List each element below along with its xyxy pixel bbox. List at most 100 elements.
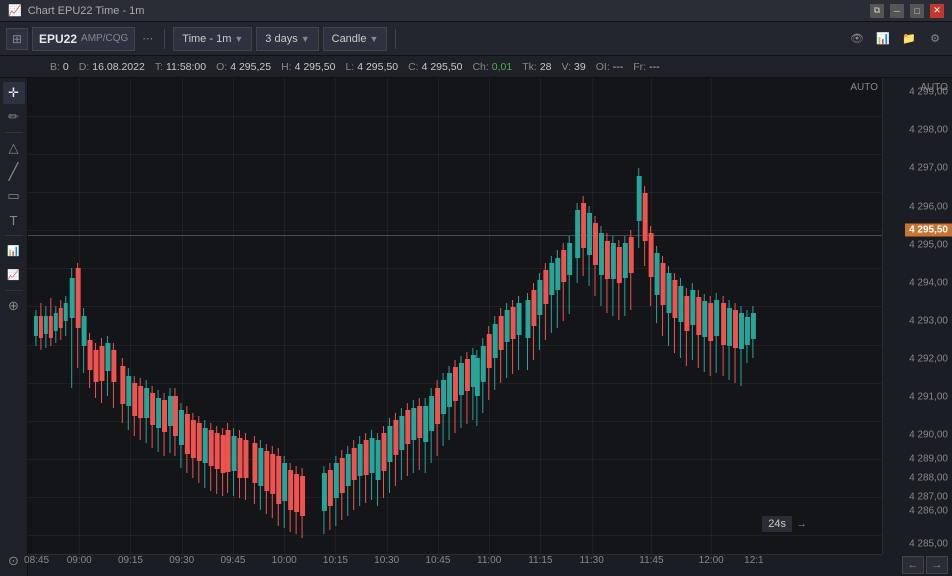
period-arrow: ▼ — [301, 34, 310, 44]
cursor-tool-btn[interactable]: ✛ — [3, 82, 25, 104]
lt-sep2 — [5, 235, 23, 236]
h-value: 4 295,50 — [295, 61, 336, 73]
sep2 — [395, 29, 396, 49]
timeframe-arrow: ▼ — [234, 34, 243, 44]
t-value: 11:58:00 — [166, 61, 206, 73]
info-fr: Fr: --- — [633, 61, 659, 73]
zoom-tool-btn[interactable]: ⊕ — [3, 295, 25, 317]
time-price-spacer: ← → — [882, 554, 952, 576]
time-1030: 10:30 — [374, 555, 399, 566]
lt-sep3 — [5, 290, 23, 291]
fr-value: --- — [649, 61, 660, 73]
price-4296: 4 296,00 — [909, 201, 948, 212]
info-tk: Tk: 28 — [522, 61, 551, 73]
price-4292: 4 292,00 — [909, 353, 948, 364]
titlebar: 📈 Chart EPU22 Time - 1m ⧉ ─ □ ✕ — [0, 0, 952, 22]
scroll-right-icon: → — [796, 518, 807, 530]
price-4290: 4 290,00 — [909, 430, 948, 441]
sep1 — [164, 29, 165, 49]
chart-type-arrow: ▼ — [369, 34, 378, 44]
indicators-tool-btn[interactable]: 📊 — [3, 240, 25, 262]
scroll-right-btn[interactable]: → — [926, 556, 948, 574]
candle-group — [34, 168, 756, 538]
info-h: H: 4 295,50 — [281, 61, 335, 73]
time-0945: 09:45 — [220, 555, 245, 566]
triangle-tool-btn[interactable]: △ — [3, 137, 25, 159]
stats-tool-btn[interactable]: 📈 — [3, 264, 25, 286]
text-tool-btn[interactable]: T — [3, 209, 25, 231]
time-0930: 09:30 — [169, 555, 194, 566]
info-ch: Ch: 0,01 — [472, 61, 512, 73]
symbol-exchange: AMP/CQG — [81, 33, 128, 44]
price-4288: 4 288,00 — [909, 472, 948, 483]
c-value: 4 295,50 — [422, 61, 463, 73]
restore-btn[interactable]: ⧉ — [870, 4, 884, 18]
time-0915: 09:15 — [118, 555, 143, 566]
time-1015: 10:15 — [323, 555, 348, 566]
draw-tool-btn[interactable]: ✏ — [3, 106, 25, 128]
titlebar-left: 📈 Chart EPU22 Time - 1m — [8, 4, 144, 17]
time-1000: 10:00 — [272, 555, 297, 566]
indicators-btn[interactable]: 📊 — [872, 28, 894, 50]
d-label: D: — [79, 61, 90, 73]
period-label: 3 days — [265, 33, 297, 45]
settings-tool-btn[interactable]: ⊙ — [3, 550, 25, 572]
chart-wrapper: AUTO — [28, 78, 952, 576]
o-value: 4 295,25 — [230, 61, 271, 73]
info-t: T: 11:58:00 — [155, 61, 206, 73]
period-selector[interactable]: 3 days ▼ — [256, 27, 318, 51]
price-4299: 4 299,00 — [909, 87, 948, 98]
left-toolbar: ✛ ✏ △ ╱ ▭ T 📊 📈 ⊕ ⊙ — [0, 78, 28, 576]
chart-type-selector[interactable]: Candle ▼ — [323, 27, 388, 51]
templates-btn[interactable]: 📁 — [898, 28, 920, 50]
compare-btn[interactable]: 👁 — [846, 28, 868, 50]
info-b: B: 0 — [50, 61, 69, 73]
fr-label: Fr: — [633, 61, 646, 73]
time-1145: 11:45 — [639, 555, 663, 566]
b-value: 0 — [63, 61, 69, 73]
countdown-area: 24s → — [762, 516, 807, 532]
price-4298: 4 298,00 — [909, 125, 948, 136]
time-1201: 12:1 — [744, 555, 763, 566]
time-1100: 11:00 — [477, 555, 501, 566]
countdown-value: 24s — [762, 516, 792, 532]
minimize-btn[interactable]: ─ — [890, 4, 904, 18]
chart-canvas[interactable]: AUTO — [28, 78, 882, 554]
price-4297: 4 297,00 — [909, 163, 948, 174]
ch-label: Ch: — [472, 61, 488, 73]
l-value: 4 295,50 — [357, 61, 398, 73]
info-o: O: 4 295,25 — [216, 61, 271, 73]
settings-btn[interactable]: ⚙ — [924, 28, 946, 50]
scroll-left-btn[interactable]: ← — [902, 556, 924, 574]
d-value: 16.08.2022 — [92, 61, 145, 73]
candlestick-chart — [28, 78, 882, 554]
info-v: V: 39 — [562, 61, 586, 73]
symbol-name: EPU22 — [39, 32, 77, 46]
h-label: H: — [281, 61, 292, 73]
grid-icon: ⊞ — [12, 32, 22, 46]
symbol-icon-btn[interactable]: ⊞ — [6, 28, 28, 50]
price-4294: 4 294,00 — [909, 277, 948, 288]
ch-value: 0,01 — [492, 61, 512, 73]
maximize-btn[interactable]: □ — [910, 4, 924, 18]
line-tool-btn[interactable]: ╱ — [3, 161, 25, 183]
symbol-options-btn[interactable]: ⋯ — [139, 32, 156, 45]
chart-icon: 📈 — [8, 4, 22, 17]
current-price-label: 4 295,50 — [905, 224, 952, 237]
symbol-selector[interactable]: EPU22 AMP/CQG — [32, 27, 135, 51]
info-oi: OI: --- — [596, 61, 624, 73]
info-d: D: 16.08.2022 — [79, 61, 145, 73]
close-btn[interactable]: ✕ — [930, 4, 944, 18]
timeframe-label: Time - 1m — [182, 33, 231, 45]
price-4289: 4 289,00 — [909, 453, 948, 464]
t-label: T: — [155, 61, 163, 73]
price-4291: 4 291,00 — [909, 391, 948, 402]
time-1130: 11:30 — [579, 555, 603, 566]
rect-tool-btn[interactable]: ▭ — [3, 185, 25, 207]
titlebar-right: ⧉ ─ □ ✕ — [870, 4, 944, 18]
timeframe-selector[interactable]: Time - 1m ▼ — [173, 27, 252, 51]
price-4287: 4 287,00 — [909, 491, 948, 502]
l-label: L: — [345, 61, 354, 73]
time-1115: 11:15 — [528, 555, 552, 566]
time-1045: 10:45 — [425, 555, 450, 566]
